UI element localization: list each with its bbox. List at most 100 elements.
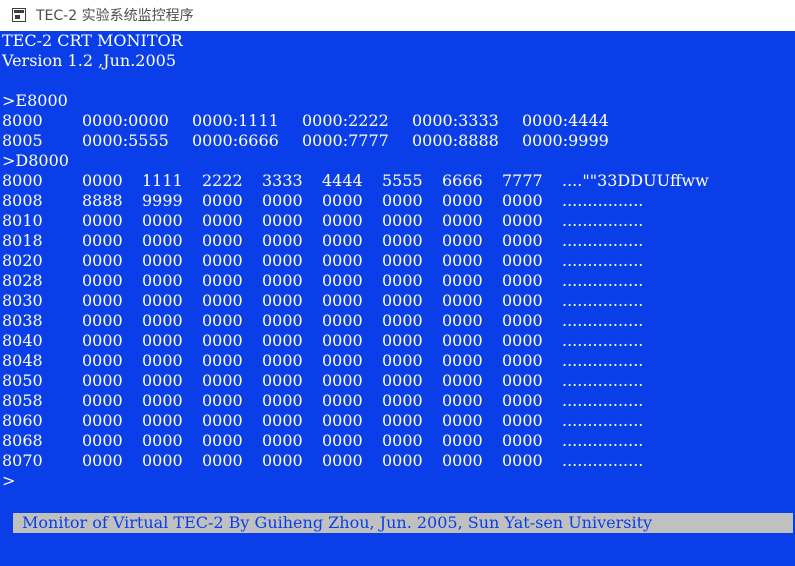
dump-word: 0000 bbox=[82, 411, 123, 430]
dump-row-ascii: ................ bbox=[562, 191, 644, 210]
dump-word: 0000 bbox=[502, 351, 543, 370]
e-row-cell: 0000:4444 bbox=[522, 111, 609, 130]
dump-row-address: 8020 bbox=[2, 251, 43, 270]
dump-word: 0000 bbox=[382, 331, 423, 350]
console-app-icon[interactable] bbox=[12, 8, 26, 22]
e-row-cell: 0000:6666 bbox=[192, 131, 279, 150]
dump-word: 0000 bbox=[382, 411, 423, 430]
dump-word: 0000 bbox=[262, 391, 303, 410]
dump-word: 0000 bbox=[382, 451, 423, 470]
dump-row-address: 8070 bbox=[2, 451, 43, 470]
dump-word: 0000 bbox=[322, 411, 363, 430]
dump-word: 0000 bbox=[442, 411, 483, 430]
dump-word: 0000 bbox=[82, 331, 123, 350]
e-row-cell: 0000:7777 bbox=[302, 131, 389, 150]
dump-word: 0000 bbox=[382, 271, 423, 290]
dump-word: 0000 bbox=[202, 311, 243, 330]
dump-word: 0000 bbox=[442, 331, 483, 350]
dump-word: 0000 bbox=[142, 211, 183, 230]
dump-word: 0000 bbox=[202, 351, 243, 370]
dump-row-ascii: ................ bbox=[562, 371, 644, 390]
dump-word: 0000 bbox=[82, 311, 123, 330]
dump-word: 0000 bbox=[442, 211, 483, 230]
dump-word: 0000 bbox=[82, 231, 123, 250]
dump-row-address: 8040 bbox=[2, 331, 43, 350]
dump-word: 0000 bbox=[382, 191, 423, 210]
dump-row-address: 8058 bbox=[2, 391, 43, 410]
dump-word: 0000 bbox=[382, 231, 423, 250]
dump-word: 0000 bbox=[142, 411, 183, 430]
monitor-window: TEC-2 实验系统监控程序 TEC-2 CRT MONITOR Version… bbox=[0, 0, 795, 566]
dump-word: 0000 bbox=[442, 191, 483, 210]
dump-word: 0000 bbox=[322, 271, 363, 290]
dump-word: 0000 bbox=[262, 331, 303, 350]
e-row-cell: 0000:0000 bbox=[82, 111, 169, 130]
dump-word: 0000 bbox=[142, 291, 183, 310]
dump-word: 0000 bbox=[442, 391, 483, 410]
dump-row-address: 8048 bbox=[2, 351, 43, 370]
title-bar[interactable]: TEC-2 实验系统监控程序 bbox=[0, 0, 795, 30]
dump-word: 0000 bbox=[502, 191, 543, 210]
dump-row-ascii: ................ bbox=[562, 291, 644, 310]
dump-word: 0000 bbox=[142, 371, 183, 390]
d-command-line: >D8000 bbox=[2, 151, 69, 170]
command-prompt[interactable]: > bbox=[2, 471, 15, 491]
dump-row-address: 8060 bbox=[2, 411, 43, 430]
dump-word: 0000 bbox=[202, 191, 243, 210]
dump-word: 0000 bbox=[322, 331, 363, 350]
dump-word: 0000 bbox=[262, 311, 303, 330]
e-command-line: >E8000 bbox=[2, 91, 68, 110]
console-screen[interactable]: TEC-2 CRT MONITOR Version 1.2 ,Jun.2005 … bbox=[0, 31, 795, 566]
dump-word: 0000 bbox=[382, 211, 423, 230]
e-row-cell: 0000:9999 bbox=[522, 131, 609, 150]
dump-word: 5555 bbox=[382, 171, 423, 190]
e-row-address: 8000 bbox=[2, 111, 43, 130]
header-line-1: TEC-2 CRT MONITOR bbox=[2, 31, 183, 50]
dump-row-ascii: ................ bbox=[562, 411, 644, 430]
dump-word: 0000 bbox=[502, 251, 543, 270]
dump-row-address: 8030 bbox=[2, 291, 43, 310]
e-row-cell: 0000:8888 bbox=[412, 131, 499, 150]
dump-word: 0000 bbox=[82, 171, 123, 190]
dump-word: 0000 bbox=[82, 391, 123, 410]
dump-row-ascii: ................ bbox=[562, 251, 644, 270]
window-title: TEC-2 实验系统监控程序 bbox=[36, 8, 194, 24]
dump-word: 0000 bbox=[382, 351, 423, 370]
dump-word: 0000 bbox=[262, 271, 303, 290]
dump-word: 0000 bbox=[262, 191, 303, 210]
dump-row-ascii: ................ bbox=[562, 211, 644, 230]
dump-word: 0000 bbox=[82, 291, 123, 310]
dump-word: 0000 bbox=[142, 311, 183, 330]
dump-row-ascii: ................ bbox=[562, 231, 644, 250]
dump-word: 0000 bbox=[202, 451, 243, 470]
e-row-cell: 0000:1111 bbox=[192, 111, 279, 130]
dump-word: 0000 bbox=[322, 371, 363, 390]
dump-word: 0000 bbox=[322, 431, 363, 450]
dump-row-ascii: ................ bbox=[562, 311, 644, 330]
dump-word: 3333 bbox=[262, 171, 303, 190]
dump-word: 0000 bbox=[202, 231, 243, 250]
dump-word: 4444 bbox=[322, 171, 363, 190]
dump-word: 0000 bbox=[202, 251, 243, 270]
dump-row-address: 8038 bbox=[2, 311, 43, 330]
dump-word: 0000 bbox=[442, 271, 483, 290]
dump-word: 0000 bbox=[322, 351, 363, 370]
dump-word: 0000 bbox=[202, 211, 243, 230]
dump-word: 0000 bbox=[322, 251, 363, 270]
dump-word: 0000 bbox=[142, 271, 183, 290]
dump-word: 6666 bbox=[442, 171, 483, 190]
dump-word: 0000 bbox=[382, 391, 423, 410]
dump-word: 0000 bbox=[262, 411, 303, 430]
dump-word: 0000 bbox=[502, 431, 543, 450]
dump-row-ascii: ................ bbox=[562, 351, 644, 370]
dump-word: 0000 bbox=[142, 251, 183, 270]
dump-word: 0000 bbox=[502, 311, 543, 330]
dump-word: 0000 bbox=[262, 291, 303, 310]
dump-word: 0000 bbox=[82, 371, 123, 390]
dump-word: 0000 bbox=[322, 211, 363, 230]
dump-word: 0000 bbox=[262, 231, 303, 250]
status-bar-text: Monitor of Virtual TEC-2 By Guiheng Zhou… bbox=[22, 513, 653, 532]
dump-row-ascii: ................ bbox=[562, 431, 644, 450]
dump-word: 0000 bbox=[502, 371, 543, 390]
dump-word: 0000 bbox=[262, 431, 303, 450]
